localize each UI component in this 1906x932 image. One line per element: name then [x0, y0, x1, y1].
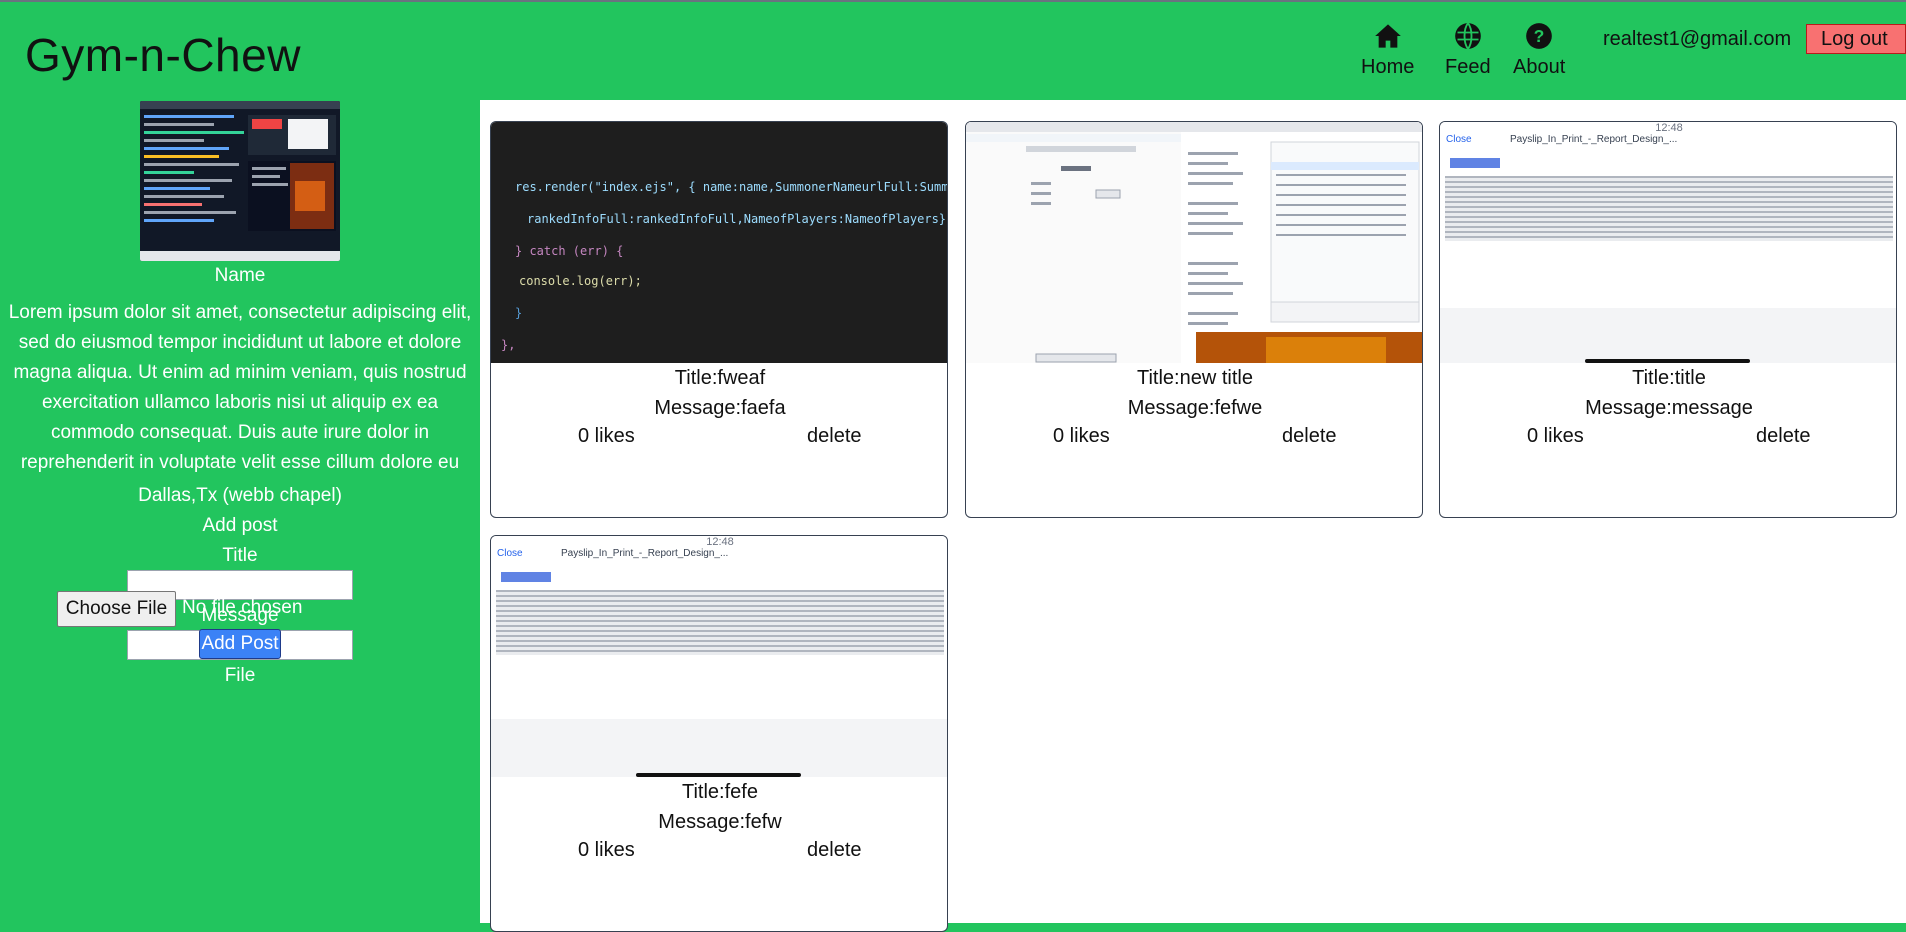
post-message: Message:fefwe [1127, 397, 1263, 419]
delete-button[interactable]: delete [807, 425, 862, 448]
like-button[interactable]: 0 likes [1053, 425, 1110, 448]
brand-title[interactable]: Gym-n-Chew [25, 28, 301, 82]
profile-picture [140, 101, 340, 261]
post-image[interactable]: 12:48 Close Payslip_In_Print_-_Report_De… [491, 536, 947, 777]
svg-text:?: ? [1534, 26, 1545, 46]
post-image[interactable] [966, 122, 1422, 363]
nav-feed-label: Feed [1445, 56, 1491, 78]
post-card: 12:48 Close Payslip_In_Print_-_Report_De… [490, 535, 948, 932]
nav-about-label: About [1513, 56, 1566, 78]
choose-file-button[interactable]: Choose File [57, 591, 176, 627]
like-button[interactable]: 0 likes [578, 839, 635, 862]
phone-time: 12:48 [1655, 122, 1683, 134]
code-line: }, [501, 338, 516, 352]
post-title: Title:new title [1137, 367, 1253, 389]
post-title: Title:fweaf [674, 367, 766, 389]
add-post-heading: Add post [202, 515, 278, 536]
close-link: Close [1446, 134, 1472, 145]
like-button[interactable]: 0 likes [1527, 425, 1584, 448]
profile-name: Name [214, 265, 266, 286]
code-line: res.render("index.ejs", { name:name,Summ… [515, 180, 948, 194]
file-label: File [224, 665, 256, 686]
post-message: Message:fefw [658, 811, 782, 833]
profile-location: Dallas,Tx (webb chapel) [138, 485, 342, 506]
delete-button[interactable]: delete [1282, 425, 1337, 448]
feed: res.render("index.ejs", { name:name,Summ… [480, 100, 1906, 932]
post-message: Message:message [1585, 397, 1753, 419]
code-line: } [515, 306, 523, 320]
delete-button[interactable]: delete [1756, 425, 1811, 448]
code-line: console.log(err); [519, 274, 642, 288]
like-button[interactable]: 0 likes [578, 425, 635, 448]
user-email: realtest1@gmail.com [1603, 28, 1792, 50]
document-title: Payslip_In_Print_-_Report_Design_... [1510, 134, 1678, 145]
code-line: } catch (err) { [515, 244, 624, 258]
profile-bio: Lorem ipsum dolor sit amet, consectetur … [8, 302, 472, 473]
post-image[interactable]: res.render("index.ejs", { name:name,Summ… [491, 122, 948, 363]
navbar: Gym-n-Chew Home Feed ? About realtest1@g… [0, 2, 1906, 100]
globe-icon [1454, 22, 1481, 50]
nav-feed[interactable]: Feed [1445, 22, 1491, 79]
post-card: 12:48 Close Payslip_In_Print_-_Report_De… [1439, 121, 1897, 518]
post-image[interactable]: 12:48 Close Payslip_In_Print_-_Report_De… [1440, 122, 1896, 363]
title-label: Title [222, 545, 258, 566]
close-link: Close [497, 548, 523, 559]
post-card: Title:new title Message:fefwe 0 likes de… [965, 121, 1423, 518]
home-icon [1374, 24, 1401, 48]
delete-button[interactable]: delete [807, 839, 862, 862]
add-post-button[interactable]: Add Post [199, 629, 281, 659]
logout-button[interactable]: Log out [1806, 24, 1906, 54]
file-status: No file chosen [182, 597, 303, 618]
profile-sidebar: Name Lorem ipsum dolor sit amet, consect… [0, 100, 480, 923]
post-message: Message:faefa [654, 397, 786, 419]
nav-about[interactable]: ? About [1513, 22, 1565, 79]
nav-home-label: Home [1361, 56, 1415, 78]
document-title: Payslip_In_Print_-_Report_Design_... [561, 548, 729, 559]
code-line: rankedInfoFull:rankedInfoFull,NameofPlay… [527, 212, 948, 226]
nav-home[interactable]: Home [1361, 22, 1414, 79]
phone-time: 12:48 [706, 536, 734, 548]
post-title: Title:title [1632, 367, 1706, 389]
post-title: Title:fefe [682, 781, 758, 803]
question-circle-icon: ? [1526, 23, 1552, 49]
post-card: res.render("index.ejs", { name:name,Summ… [490, 121, 948, 518]
